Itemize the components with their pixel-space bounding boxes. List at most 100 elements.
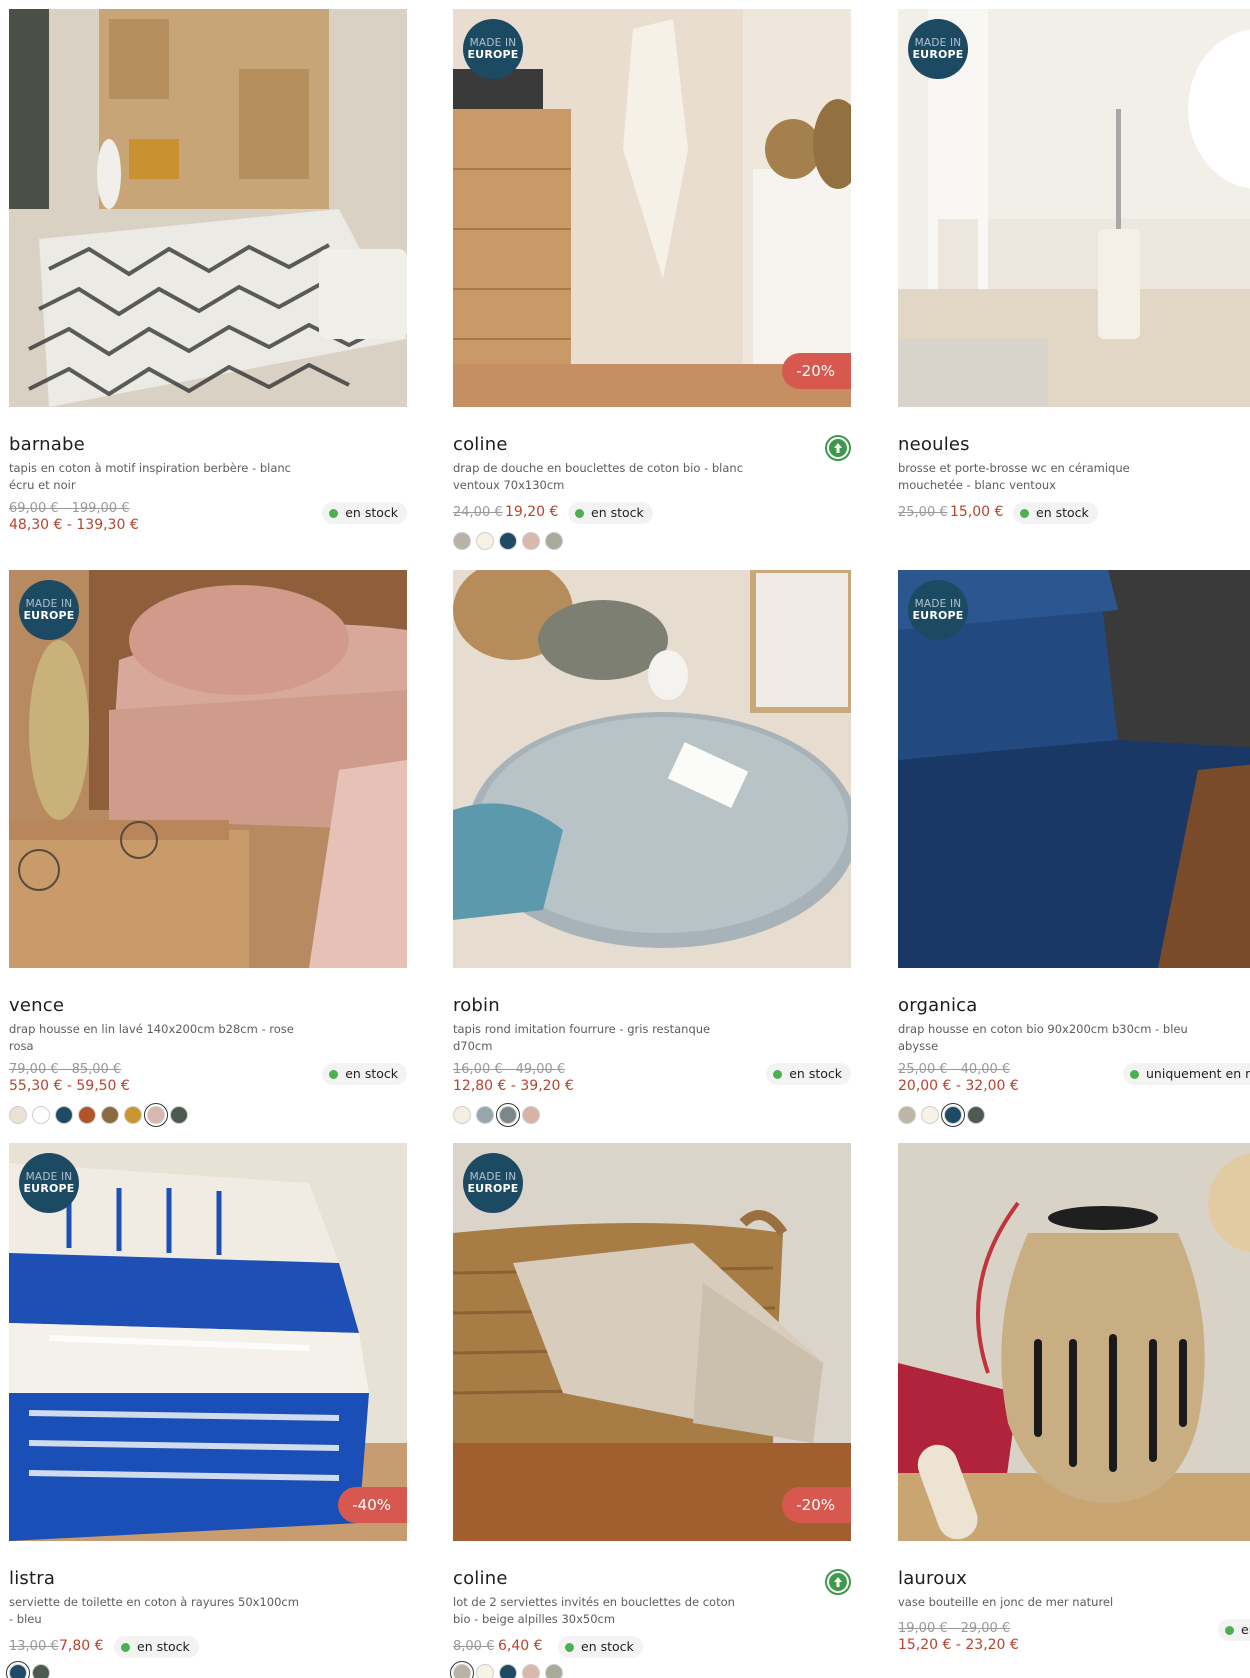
price-original: 69,00 € - 199,00 € — [9, 501, 130, 516]
color-swatch[interactable] — [499, 532, 517, 550]
stock-label: en stock — [591, 505, 644, 520]
in-stock-dot-icon — [575, 508, 584, 518]
color-swatch[interactable] — [78, 1106, 96, 1124]
price-original: 24,00 € — [453, 505, 503, 520]
made-in-europe-badge: MADE IN EUROPE — [19, 580, 79, 640]
stock-badge: en stock — [1013, 502, 1098, 524]
product-card-coline[interactable]: MADE IN EUROPE -20% coline drap de douch… — [453, 9, 851, 550]
product-image[interactable] — [898, 1143, 1250, 1541]
round-rug-photo — [453, 570, 851, 968]
in-stock-dot-icon — [1020, 508, 1029, 518]
product-card-organica[interactable]: MADE IN EUROPE organica drap housse en c… — [898, 570, 1250, 1127]
made-in-europe-badge: MADE IN EUROPE — [908, 19, 968, 79]
product-description: vase bouteille en jonc de mer naturel — [898, 1595, 1114, 1609]
product-name[interactable]: robin — [453, 995, 500, 1016]
color-swatch[interactable] — [101, 1106, 119, 1124]
product-card-neoules[interactable]: MADE IN EUROPE neoules brosse et porte-b… — [898, 9, 1250, 524]
stock-badge: en — [1218, 1619, 1250, 1641]
price-original: 13,00 € — [9, 1639, 59, 1654]
price-original: 25,00 € — [898, 505, 948, 520]
color-swatch[interactable] — [941, 1103, 965, 1127]
color-swatches — [453, 532, 563, 550]
product-image[interactable]: MADE IN EUROPE — [898, 9, 1250, 407]
stock-badge: en stock — [766, 1063, 851, 1085]
product-image[interactable]: MADE IN EUROPE — [9, 570, 407, 968]
stock-badge: uniquement en m — [1123, 1063, 1250, 1085]
color-swatch[interactable] — [32, 1664, 50, 1678]
made-in-europe-badge: MADE IN EUROPE — [19, 1153, 79, 1213]
product-name[interactable]: lauroux — [898, 1568, 967, 1589]
color-swatch[interactable] — [496, 1103, 520, 1127]
made-in-europe-badge: MADE IN EUROPE — [463, 1153, 523, 1213]
price-original: 8,00 € — [453, 1639, 495, 1654]
product-name[interactable]: organica — [898, 995, 978, 1016]
color-swatch[interactable] — [453, 1106, 471, 1124]
stock-label: en — [1241, 1622, 1250, 1637]
in-stock-dot-icon — [565, 1642, 574, 1652]
badge-line2: EUROPE — [23, 1182, 75, 1195]
product-name[interactable]: vence — [9, 995, 64, 1016]
product-name[interactable]: barnabe — [9, 434, 85, 455]
price-original: 16,00 € - 49,00 € — [453, 1062, 566, 1077]
badge-line1: MADE IN — [25, 1171, 73, 1183]
product-image[interactable] — [453, 570, 851, 968]
product-card-coline-guest[interactable]: MADE IN EUROPE -20% coline lot de 2 serv… — [450, 1143, 851, 1678]
rug-photo — [9, 9, 407, 407]
product-description: tapis en coton à motif inspiration berbè… — [9, 461, 291, 492]
stock-label: en stock — [345, 1066, 398, 1081]
product-name[interactable]: coline — [453, 1568, 508, 1589]
color-swatch[interactable] — [898, 1106, 916, 1124]
in-stock-dot-icon — [773, 1069, 783, 1079]
color-swatch[interactable] — [453, 532, 471, 550]
color-swatch[interactable] — [967, 1106, 985, 1124]
color-swatch[interactable] — [476, 1106, 494, 1124]
product-card-vence[interactable]: MADE IN EUROPE vence drap housse en lin … — [9, 570, 407, 1127]
discount-badge: -20% — [782, 1487, 851, 1523]
product-image[interactable]: MADE IN EUROPE -20% — [453, 1143, 851, 1541]
made-in-europe-badge: MADE IN EUROPE — [463, 19, 523, 79]
product-card-lauroux[interactable]: lauroux vase bouteille en jonc de mer na… — [898, 1143, 1250, 1653]
color-swatch[interactable] — [476, 532, 494, 550]
color-swatch[interactable] — [522, 1664, 540, 1678]
product-card-listra[interactable]: MADE IN EUROPE -40% listra serviette de … — [6, 1143, 407, 1678]
color-swatch[interactable] — [450, 1661, 474, 1678]
color-swatch[interactable] — [522, 1106, 540, 1124]
color-swatch[interactable] — [476, 1664, 494, 1678]
stock-label: uniquement en m — [1146, 1066, 1250, 1081]
product-name[interactable]: neoules — [898, 434, 970, 455]
color-swatch[interactable] — [545, 1664, 563, 1678]
color-swatch[interactable] — [32, 1106, 50, 1124]
product-name[interactable]: listra — [9, 1568, 55, 1589]
badge-line1: MADE IN — [914, 37, 962, 49]
color-swatch[interactable] — [6, 1661, 30, 1678]
product-card-barnabe[interactable]: barnabe tapis en coton à motif inspirati… — [9, 9, 407, 533]
product-description: drap housse en lin lavé 140x200cm b28cm … — [9, 1022, 294, 1053]
product-image[interactable]: MADE IN EUROPE -20% — [453, 9, 851, 407]
color-swatch[interactable] — [545, 532, 563, 550]
color-swatch[interactable] — [144, 1103, 168, 1127]
product-description: drap de douche en bouclettes de coton bi… — [453, 461, 744, 492]
color-swatch[interactable] — [55, 1106, 73, 1124]
product-image[interactable]: MADE IN EUROPE — [898, 570, 1250, 968]
price-sale: 12,80 € - 39,20 € — [453, 1078, 574, 1094]
product-card-robin[interactable]: robin tapis rond imitation fourrure - gr… — [453, 570, 851, 1127]
color-swatch[interactable] — [522, 532, 540, 550]
in-stock-dot-icon — [121, 1642, 130, 1652]
in-stock-dot-icon — [1130, 1069, 1139, 1079]
badge-line1: MADE IN — [469, 1171, 517, 1183]
product-image[interactable] — [9, 9, 407, 407]
color-swatch[interactable] — [9, 1106, 27, 1124]
price-original: 19,00 € - 29,00 € — [898, 1621, 1011, 1636]
in-stock-dot-icon — [329, 1069, 339, 1079]
color-swatches — [6, 1661, 50, 1678]
color-swatch[interactable] — [170, 1106, 188, 1124]
product-name[interactable]: coline — [453, 434, 508, 455]
stock-badge: en stock — [322, 1063, 407, 1085]
discount-badge: -20% — [782, 353, 851, 389]
product-image[interactable]: MADE IN EUROPE -40% — [9, 1143, 407, 1541]
color-swatch[interactable] — [921, 1106, 939, 1124]
badge-line2: EUROPE — [467, 1182, 519, 1195]
color-swatch[interactable] — [124, 1106, 142, 1124]
color-swatch[interactable] — [499, 1664, 517, 1678]
discount-badge: -40% — [338, 1487, 407, 1523]
